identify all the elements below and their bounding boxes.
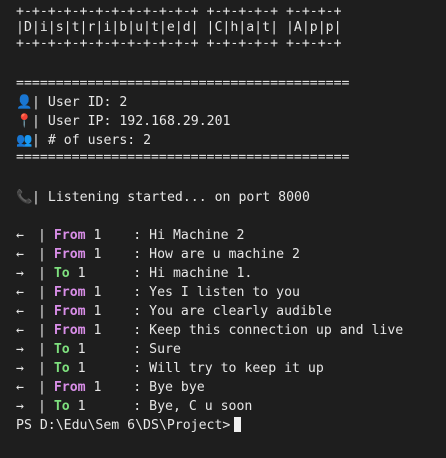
shell-prompt: PS D:\Edu\Sem 6\DS\Project> xyxy=(16,418,231,433)
user-icon: 👤 xyxy=(16,95,33,110)
arrow-left-icon: ← xyxy=(16,380,24,395)
arrow-right-icon: → xyxy=(16,399,24,414)
listening-text: Listening started... on port 8000 xyxy=(47,190,310,205)
arrow-right-icon: → xyxy=(16,342,24,357)
message-peer: 1 xyxy=(77,266,86,281)
banner-bottom-border: +-+-+-+-+-+-+-+-+-+-+-+ +-+-+-+-+ +-+-+-… xyxy=(16,36,342,51)
message-text: : Will try to keep it up xyxy=(133,361,324,376)
message-text: : Bye bye xyxy=(133,380,205,395)
message-row: ← | From 1 : Bye bye xyxy=(16,380,205,396)
message-direction: From xyxy=(53,228,86,243)
message-row: ← | From 1 : Hi Machine 2 xyxy=(16,228,244,244)
message-row: ← | From 1 : Yes I listen to you xyxy=(16,285,300,301)
listening-row: 📞| Listening started... on port 8000 xyxy=(16,190,310,206)
separator: | xyxy=(30,247,54,262)
separator: | xyxy=(30,380,54,395)
message-row: ← | From 1 : You are clearly audible xyxy=(16,304,332,320)
message-row: → | To 1 : Will try to keep it up xyxy=(16,361,324,377)
separator: | xyxy=(30,399,54,414)
arrow-right-icon: → xyxy=(16,266,24,281)
message-direction: From xyxy=(53,285,86,300)
message-direction: From xyxy=(53,304,86,319)
separator: | xyxy=(30,304,54,319)
separator: | xyxy=(32,133,48,148)
separator: | xyxy=(32,95,48,110)
separator: | xyxy=(32,190,48,205)
info-rule-top: ========================================… xyxy=(16,76,350,91)
message-direction: From xyxy=(53,323,86,338)
terminal-window[interactable]: +-+-+-+-+-+-+-+-+-+-+-+ +-+-+-+-+ +-+-+-… xyxy=(0,0,446,458)
message-text: : How are u machine 2 xyxy=(133,247,300,262)
arrow-left-icon: ← xyxy=(16,304,24,319)
message-direction: To xyxy=(53,342,70,357)
arrow-left-icon: ← xyxy=(16,228,24,243)
message-direction: To xyxy=(53,266,70,281)
message-peer: 1 xyxy=(93,285,102,300)
arrow-left-icon: ← xyxy=(16,247,24,262)
message-text: : Bye, C u soon xyxy=(133,399,253,414)
message-peer: 1 xyxy=(77,399,86,414)
arrow-left-icon: ← xyxy=(16,285,24,300)
separator: | xyxy=(30,323,54,338)
message-text: : Yes I listen to you xyxy=(133,285,300,300)
phone-icon: 📞 xyxy=(16,190,33,205)
separator: | xyxy=(32,114,48,129)
message-row: → | To 1 : Bye, C u soon xyxy=(16,399,252,415)
message-peer: 1 xyxy=(93,323,102,338)
arrow-right-icon: → xyxy=(16,361,24,376)
message-peer: 1 xyxy=(93,380,102,395)
message-text: : Sure xyxy=(133,342,181,357)
message-peer: 1 xyxy=(93,304,102,319)
message-peer: 1 xyxy=(77,342,86,357)
message-peer: 1 xyxy=(77,361,86,376)
message-text: : You are clearly audible xyxy=(133,304,332,319)
message-peer: 1 xyxy=(93,247,102,262)
info-rule-bottom: ========================================… xyxy=(16,150,350,165)
message-row: ← | From 1 : Keep this connection up and… xyxy=(16,323,403,339)
user-id-row: 👤| User ID: 2 xyxy=(16,95,127,111)
banner-title: |D|i|s|t|r|i|b|u|t|e|d| |C|h|a|t| |A|p|p… xyxy=(16,20,342,35)
message-text: : Keep this connection up and live xyxy=(133,323,404,338)
text-cursor xyxy=(234,417,242,432)
separator: | xyxy=(30,361,54,376)
banner-top-border: +-+-+-+-+-+-+-+-+-+-+-+ +-+-+-+-+ +-+-+-… xyxy=(16,4,342,19)
message-row: → | To 1 : Sure xyxy=(16,342,181,358)
user-id-text: User ID: 2 xyxy=(47,95,128,110)
pin-icon: 📍 xyxy=(16,114,33,129)
message-row: ← | From 1 : How are u machine 2 xyxy=(16,247,300,263)
separator: | xyxy=(30,342,54,357)
message-text: : Hi machine 1. xyxy=(133,266,253,281)
message-direction: From xyxy=(53,380,86,395)
message-direction: To xyxy=(53,399,70,414)
message-row: → | To 1 : Hi machine 1. xyxy=(16,266,252,282)
user-ip-row: 📍| User IP: 192.168.29.201 xyxy=(16,114,231,130)
separator: | xyxy=(30,228,54,243)
num-users-row: 👥| # of users: 2 xyxy=(16,133,151,149)
separator: | xyxy=(30,285,54,300)
message-text: : Hi Machine 2 xyxy=(133,228,245,243)
separator: | xyxy=(30,266,54,281)
message-peer: 1 xyxy=(93,228,102,243)
user-ip-text: User IP: 192.168.29.201 xyxy=(47,114,231,129)
users-group-icon: 👥 xyxy=(16,133,33,148)
shell-prompt-row[interactable]: PS D:\Edu\Sem 6\DS\Project> xyxy=(16,417,242,433)
message-direction: From xyxy=(53,247,86,262)
message-direction: To xyxy=(53,361,70,376)
arrow-left-icon: ← xyxy=(16,323,24,338)
num-users-text: # of users: 2 xyxy=(47,133,152,148)
